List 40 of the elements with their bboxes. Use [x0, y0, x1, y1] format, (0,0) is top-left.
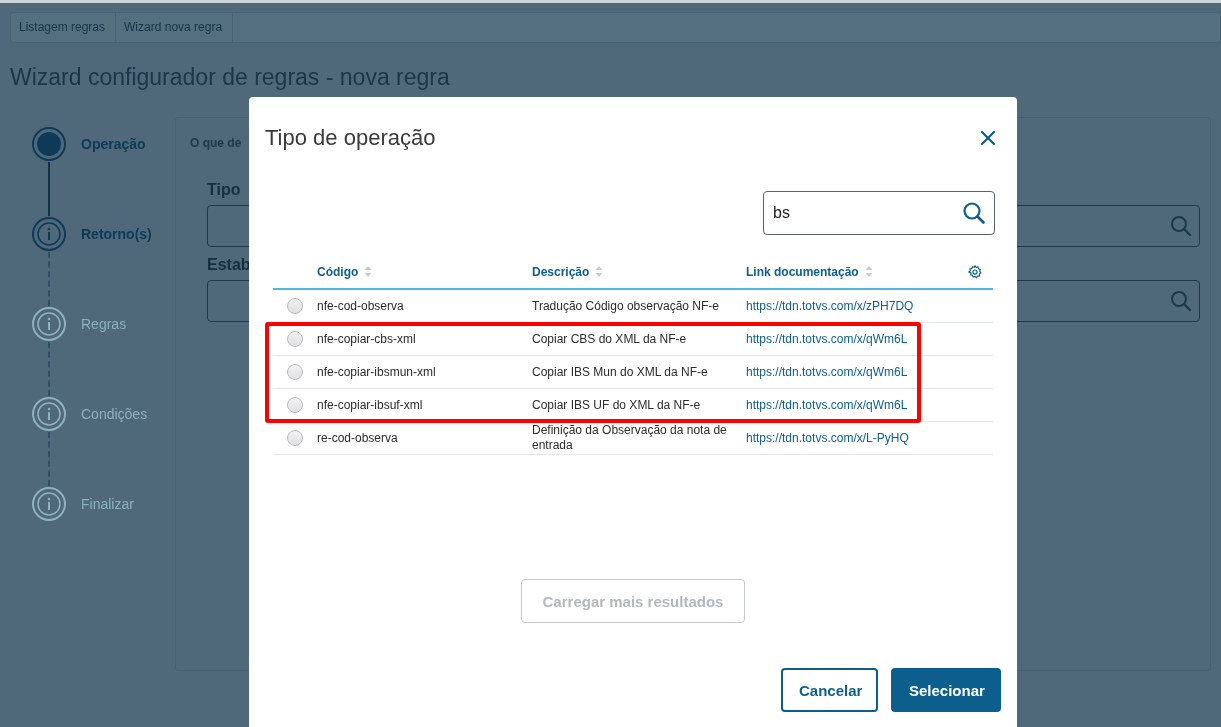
settings-icon[interactable] — [967, 264, 982, 279]
column-header[interactable]: Código — [317, 264, 359, 279]
radio-button[interactable] — [287, 298, 303, 314]
cancel-button[interactable]: Cancelar — [781, 668, 878, 712]
radio-button[interactable] — [287, 364, 303, 380]
dialog-title: Tipo de operação — [265, 125, 436, 151]
table-cell-text: nfe-copiar-ibsmun-xml — [317, 364, 437, 380]
sort-icon[interactable] — [595, 266, 604, 277]
table-cell-text: nfe-copiar-cbs-xml — [317, 331, 417, 347]
table-cell-text: nfe-cod-observa — [317, 298, 405, 314]
column-header[interactable]: Descrição — [532, 264, 590, 279]
info-circle-icon[interactable] — [31, 216, 67, 252]
table-cell-text: Copiar IBS UF do XML da NF-e — [532, 397, 702, 413]
info-circle-icon[interactable] — [31, 396, 67, 432]
column-header[interactable]: Link documentação — [746, 264, 859, 279]
field-label: Estab — [207, 255, 251, 275]
radio-button[interactable] — [287, 331, 303, 347]
table-cell-text: Definição da Observação da nota de entrada — [532, 423, 728, 453]
table-cell-text: nfe-copiar-ibsuf-xml — [317, 397, 424, 413]
select-button[interactable]: Selecionar — [891, 668, 1001, 712]
sort-icon[interactable] — [864, 266, 873, 277]
filled-circle-icon[interactable] — [31, 126, 67, 162]
table-cell-text: re-cod-observa — [317, 430, 399, 446]
documentation-link[interactable]: https://tdn.totvs.com/x/zPH7DQ — [746, 298, 914, 313]
documentation-link[interactable]: https://tdn.totvs.com/x/qWm6L — [746, 331, 908, 346]
sort-icon[interactable] — [364, 266, 373, 277]
documentation-link[interactable]: https://tdn.totvs.com/x/qWm6L — [746, 364, 908, 379]
field-label: Tipo — [207, 180, 241, 200]
documentation-link[interactable]: https://tdn.totvs.com/x/L-PyHQ — [746, 430, 909, 445]
close-icon[interactable] — [981, 131, 995, 145]
documentation-link[interactable]: https://tdn.totvs.com/x/qWm6L — [746, 397, 908, 412]
table-cell-text: Copiar CBS do XML da NF-e — [532, 331, 688, 347]
radio-button[interactable] — [287, 397, 303, 413]
radio-button[interactable] — [287, 430, 303, 446]
info-circle-icon[interactable] — [31, 486, 67, 522]
table-cell-text: Tradução Código observação NF-e — [532, 298, 720, 314]
search-field[interactable]: bs — [763, 191, 995, 235]
info-circle-icon[interactable] — [31, 306, 67, 342]
table-cell-text: Copiar IBS Mun do XML da NF-e — [532, 364, 709, 380]
search-icon[interactable] — [962, 201, 986, 225]
